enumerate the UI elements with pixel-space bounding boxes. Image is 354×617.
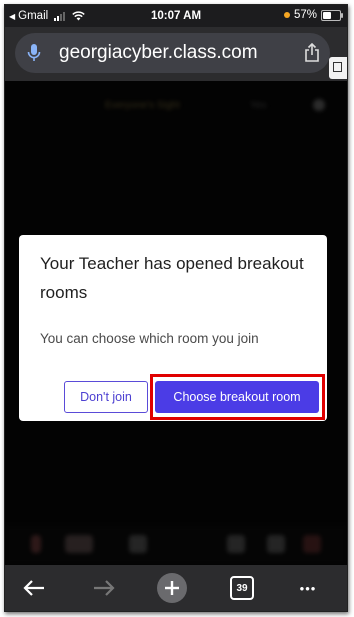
forward-button[interactable] <box>89 573 119 603</box>
arrow-left-icon <box>23 580 44 596</box>
url-text[interactable]: georgiacyber.class.com <box>59 42 258 64</box>
breakout-dialog: Your Teacher has opened breakout rooms Y… <box>19 235 327 421</box>
dialog-message: You can choose which room you join <box>40 331 259 346</box>
battery-icon <box>321 9 343 21</box>
new-tab-button[interactable] <box>157 573 187 603</box>
address-bar-area: georgiacyber.class.com <box>5 27 347 81</box>
status-bar: ◀ Gmail 10:07 AM 57% <box>5 5 347 27</box>
dont-join-button[interactable]: Don't join <box>64 381 148 413</box>
side-panel-icon <box>333 62 342 72</box>
phone-screen: ◀ Gmail 10:07 AM 57% georgiacyber.class.… <box>4 4 348 612</box>
microphone-icon[interactable] <box>27 43 41 63</box>
more-menu-button[interactable]: ••• <box>293 573 323 603</box>
tab-switcher-button[interactable]: 39 <box>227 573 257 603</box>
choose-breakout-room-button[interactable]: Choose breakout room <box>155 381 319 413</box>
share-icon[interactable] <box>304 43 320 63</box>
side-panel-tab[interactable] <box>329 57 347 79</box>
address-bar[interactable]: georgiacyber.class.com <box>15 33 330 73</box>
orientation-lock-icon <box>283 12 290 18</box>
status-right: 57% <box>283 9 343 21</box>
tab-count-badge: 39 <box>230 576 254 600</box>
more-dots-icon: ••• <box>299 580 317 596</box>
plus-icon <box>157 573 187 603</box>
back-button[interactable] <box>19 573 49 603</box>
arrow-right-icon <box>94 580 115 596</box>
browser-toolbar: 39 ••• <box>5 565 347 611</box>
page-content: Everyone's Sight Yes Your Teacher has op… <box>5 81 347 565</box>
battery-percent: 57% <box>293 9 317 21</box>
dialog-title: Your Teacher has opened breakout rooms <box>40 254 304 302</box>
